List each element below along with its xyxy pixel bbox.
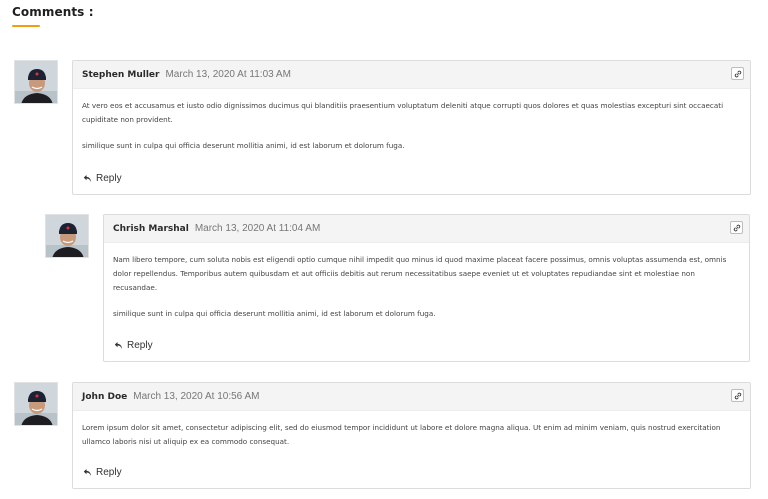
- comment-card: John Doe March 13, 2020 At 10:56 AM Lore…: [72, 382, 751, 489]
- comment-author[interactable]: John Doe: [82, 392, 127, 402]
- permalink-button[interactable]: [731, 67, 744, 80]
- permalink-button[interactable]: [730, 221, 743, 234]
- avatar[interactable]: [45, 214, 89, 258]
- reply-icon: [83, 174, 92, 183]
- reply-icon: [114, 341, 123, 350]
- comment-card: Stephen Muller March 13, 2020 At 11:03 A…: [72, 60, 751, 195]
- comment-date: March 13, 2020 At 11:04 AM: [194, 223, 321, 234]
- title-underline: [12, 25, 40, 27]
- reply-label: Reply: [96, 173, 122, 184]
- comment-body: At vero eos et accusamus et iusto odio d…: [73, 89, 750, 153]
- comment-author[interactable]: Chrish Marshal: [113, 224, 189, 234]
- comment-body: Nam libero tempore, cum soluta nobis est…: [104, 243, 749, 321]
- comment-text: similique sunt in culpa qui officia dese…: [82, 141, 405, 150]
- reply-label: Reply: [127, 340, 153, 351]
- reply-button[interactable]: Reply: [83, 467, 122, 478]
- avatar[interactable]: [14, 382, 58, 426]
- reply-label: Reply: [96, 467, 122, 478]
- reply-button[interactable]: Reply: [83, 173, 122, 184]
- link-icon: [734, 392, 741, 399]
- permalink-button[interactable]: [731, 389, 744, 402]
- reply-button[interactable]: Reply: [114, 340, 153, 351]
- comment-card: Chrish Marshal March 13, 2020 At 11:04 A…: [103, 214, 750, 362]
- comment-date: March 13, 2020 At 10:56 AM: [133, 391, 260, 402]
- link-icon: [734, 70, 741, 77]
- avatar[interactable]: [14, 60, 58, 104]
- comment-header: John Doe March 13, 2020 At 10:56 AM: [73, 383, 750, 411]
- comment-date: March 13, 2020 At 11:03 AM: [165, 69, 291, 80]
- comment-text: Nam libero tempore, cum soluta nobis est…: [113, 255, 727, 292]
- comments-section-title: Comments :: [12, 5, 94, 19]
- comment-header: Stephen Muller March 13, 2020 At 11:03 A…: [73, 61, 750, 89]
- comment-author[interactable]: Stephen Muller: [82, 70, 159, 80]
- reply-icon: [83, 468, 92, 477]
- comment-text: similique sunt in culpa qui officia dese…: [113, 309, 436, 318]
- comment-text: Lorem ipsum dolor sit amet, consectetur …: [82, 423, 721, 446]
- link-icon: [733, 224, 740, 231]
- comment-header: Chrish Marshal March 13, 2020 At 11:04 A…: [104, 215, 749, 243]
- comment-text: At vero eos et accusamus et iusto odio d…: [82, 101, 724, 124]
- comment-body: Lorem ipsum dolor sit amet, consectetur …: [73, 411, 750, 449]
